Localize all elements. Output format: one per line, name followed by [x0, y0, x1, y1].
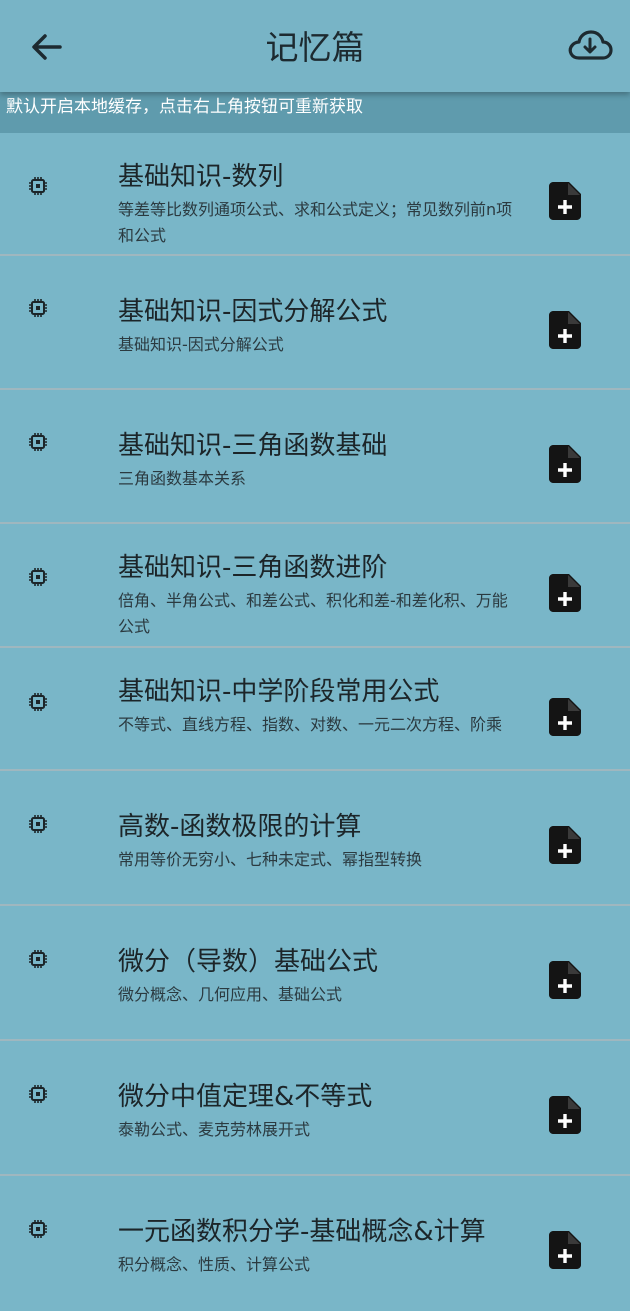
chip-icon [29, 1085, 47, 1103]
item-title: 微分中值定理&不等式 [118, 1082, 373, 1112]
file-plus-icon[interactable] [549, 961, 581, 999]
item-subtitle: 泰勒公式、麦克劳林展开式 [118, 1120, 311, 1139]
cache-notice: 默认开启本地缓存，点击右上角按钮可重新获取 [0, 92, 630, 133]
chip-icon [29, 693, 47, 711]
cloud-download-icon [568, 30, 613, 60]
file-plus-icon[interactable] [549, 574, 581, 612]
file-plus-icon[interactable] [549, 1096, 581, 1134]
list-item[interactable]: 基础知识-三角函数进阶 倍角、半角公式、和差公式、积化和差-和差化积、万能公式 [0, 524, 630, 648]
item-subtitle: 等差等比数列通项公式、求和公式定义；常见数列前n项和公式 [118, 200, 513, 245]
file-plus-icon[interactable] [549, 698, 581, 736]
app-bar: 记忆篇 [0, 0, 630, 92]
item-subtitle: 积分概念、性质、计算公式 [118, 1255, 311, 1274]
item-subtitle: 不等式、直线方程、指数、对数、一元二次方程、阶乘 [118, 715, 503, 734]
list-item[interactable]: 微分中值定理&不等式 泰勒公式、麦克劳林展开式 [0, 1041, 630, 1176]
chip-icon [29, 177, 47, 195]
item-title: 基础知识-三角函数进阶 [118, 553, 388, 583]
item-title: 微分（导数）基础公式 [118, 947, 379, 977]
file-plus-icon[interactable] [549, 182, 581, 220]
chip-icon [29, 950, 47, 968]
file-plus-icon[interactable] [549, 311, 581, 349]
chip-icon [29, 1220, 47, 1238]
list-item[interactable]: 基础知识-中学阶段常用公式 不等式、直线方程、指数、对数、一元二次方程、阶乘 [0, 648, 630, 771]
item-subtitle: 微分概念、几何应用、基础公式 [118, 985, 343, 1004]
memory-list: 基础知识-数列 等差等比数列通项公式、求和公式定义；常见数列前n项和公式 基础知… [0, 133, 630, 1311]
chip-icon [29, 815, 47, 833]
file-plus-icon[interactable] [549, 826, 581, 864]
chip-icon [29, 433, 47, 451]
list-item[interactable]: 一元函数积分学-基础概念&计算 积分概念、性质、计算公式 [0, 1176, 630, 1311]
item-title: 一元函数积分学-基础概念&计算 [118, 1217, 486, 1247]
list-item[interactable]: 基础知识-三角函数基础 三角函数基本关系 [0, 390, 630, 524]
item-title: 基础知识-数列 [118, 162, 284, 192]
item-title: 基础知识-三角函数基础 [118, 431, 388, 461]
chip-icon [29, 299, 47, 317]
item-title: 基础知识-中学阶段常用公式 [118, 677, 440, 707]
file-plus-icon[interactable] [549, 1231, 581, 1269]
item-title: 基础知识-因式分解公式 [118, 297, 388, 327]
list-item[interactable]: 基础知识-因式分解公式 基础知识-因式分解公式 [0, 256, 630, 390]
chip-icon [29, 568, 47, 586]
list-item[interactable]: 高数-函数极限的计算 常用等价无穷小、七种未定式、幂指型转换 [0, 771, 630, 906]
cloud-download-button[interactable] [566, 26, 614, 68]
item-subtitle: 倍角、半角公式、和差公式、积化和差-和差化积、万能公式 [118, 591, 508, 636]
item-subtitle: 基础知识-因式分解公式 [118, 335, 284, 354]
list-item[interactable]: 微分（导数）基础公式 微分概念、几何应用、基础公式 [0, 906, 630, 1041]
item-title: 高数-函数极限的计算 [118, 812, 362, 842]
item-subtitle: 常用等价无穷小、七种未定式、幂指型转换 [118, 850, 423, 869]
item-subtitle: 三角函数基本关系 [118, 469, 247, 488]
file-plus-icon[interactable] [549, 445, 581, 483]
page-title: 记忆篇 [265, 28, 365, 67]
list-item[interactable]: 基础知识-数列 等差等比数列通项公式、求和公式定义；常见数列前n项和公式 [0, 133, 630, 256]
